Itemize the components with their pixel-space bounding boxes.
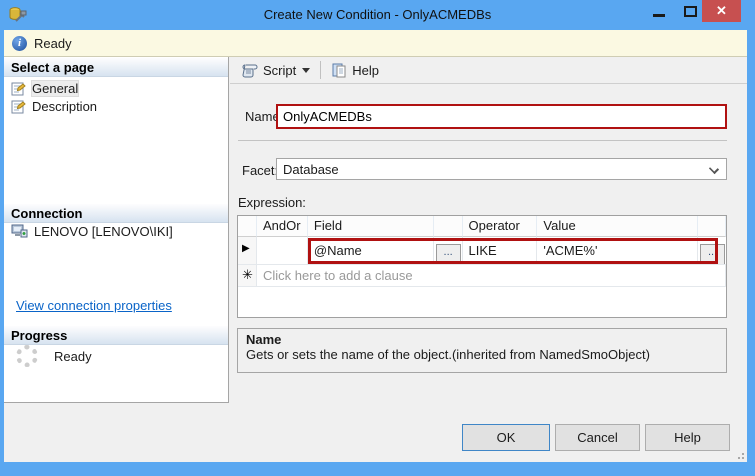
grid-header-row: AndOr Field Operator Value — [238, 216, 726, 237]
progress-header: Progress — [4, 326, 228, 345]
connection-header: Connection — [4, 204, 228, 223]
script-button-label: Script — [263, 63, 296, 78]
field-cell[interactable]: @Name — [308, 237, 434, 264]
value-ellipsis-button[interactable]: ... — [700, 244, 725, 264]
view-connection-properties-link[interactable]: View connection properties — [16, 298, 172, 313]
grid-header-field-ellipsis — [434, 216, 463, 237]
help-button[interactable]: Help — [645, 424, 730, 451]
chevron-down-icon — [302, 68, 310, 73]
field-ellipsis-cell: ... — [434, 237, 463, 264]
page-icon — [11, 81, 26, 96]
info-icon: i — [12, 36, 27, 51]
property-name: Name — [246, 332, 718, 347]
main-panel: Script Help Name: Fa — [230, 57, 747, 462]
field-ellipsis-button[interactable]: ... — [436, 244, 461, 264]
ok-button[interactable]: OK — [462, 424, 550, 451]
cancel-button[interactable]: Cancel — [555, 424, 640, 451]
close-icon: ✕ — [716, 3, 727, 19]
help-icon — [331, 62, 347, 78]
value-cell[interactable]: 'ACME%' — [537, 237, 698, 264]
window-title: Create New Condition - OnlyACMEDBs — [0, 0, 755, 30]
facet-label: Facet: — [242, 163, 278, 178]
operator-cell[interactable]: LIKE — [463, 237, 538, 264]
new-row-marker-icon: ✳ — [238, 265, 257, 286]
select-a-page-header: Select a page — [4, 58, 228, 77]
toolbar-separator — [320, 61, 321, 79]
close-button[interactable]: ✕ — [702, 0, 741, 22]
facet-selected-value: Database — [283, 162, 339, 177]
grid-header-value: Value — [537, 216, 698, 237]
separator-line — [238, 140, 727, 141]
progress-status-text: Ready — [54, 349, 92, 364]
minimize-icon — [653, 14, 665, 17]
new-clause-row[interactable]: ✳ Click here to add a clause — [238, 265, 726, 287]
maximize-icon — [684, 6, 697, 17]
server-name: LENOVO [LENOVO\IKI] — [34, 224, 173, 239]
script-button[interactable]: Script — [238, 60, 314, 80]
sidebar: Select a page General — [4, 57, 229, 403]
connection-server: LENOVO [LENOVO\IKI] — [11, 223, 173, 239]
grid-header-operator: Operator — [463, 216, 538, 237]
dialog-client-area: i Ready Select a page General — [4, 30, 747, 462]
progress-spinner-icon — [16, 345, 38, 367]
property-description-panel: Name Gets or sets the name of the object… — [237, 328, 727, 373]
server-icon — [11, 223, 28, 239]
chevron-down-icon — [709, 164, 719, 174]
title-bar[interactable]: Create New Condition - OnlyACMEDBs ✕ — [0, 0, 755, 30]
table-row: ▶ @Name ... LIKE 'ACME%' ... — [238, 237, 726, 265]
maximize-button[interactable] — [677, 0, 703, 22]
property-description: Gets or sets the name of the object.(inh… — [246, 347, 718, 362]
grid-header-selector — [238, 216, 257, 237]
sidebar-item-description[interactable]: Description — [4, 97, 228, 115]
facet-select[interactable]: Database — [276, 158, 727, 180]
help-button-toolbar-label: Help — [352, 63, 379, 78]
value-ellipsis-cell: ... — [698, 237, 726, 264]
name-input[interactable] — [276, 104, 727, 129]
current-row-marker-icon: ▶ — [238, 237, 257, 264]
grid-header-field: Field — [308, 216, 434, 237]
expression-grid: AndOr Field Operator Value ▶ @Name ... L… — [237, 215, 727, 318]
progress-status: Ready — [16, 345, 92, 367]
new-clause-placeholder[interactable]: Click here to add a clause — [257, 265, 726, 286]
status-text: Ready — [34, 36, 72, 51]
andor-cell[interactable] — [257, 237, 308, 264]
status-bar: i Ready — [4, 30, 747, 57]
script-icon — [242, 62, 258, 78]
dialog-window: Create New Condition - OnlyACMEDBs ✕ i R… — [0, 0, 755, 476]
help-button-toolbar[interactable]: Help — [327, 60, 383, 80]
sidebar-item-label: General — [32, 81, 78, 96]
grid-header-andor: AndOr — [257, 216, 308, 237]
resize-grip[interactable] — [734, 449, 744, 459]
minimize-button[interactable] — [646, 0, 672, 22]
expression-label: Expression: — [238, 195, 306, 210]
grid-header-value-ellipsis — [698, 216, 726, 237]
page-icon — [11, 99, 26, 114]
sidebar-item-general[interactable]: General — [4, 79, 228, 97]
sidebar-item-label: Description — [32, 99, 97, 114]
toolbar: Script Help — [230, 57, 747, 84]
